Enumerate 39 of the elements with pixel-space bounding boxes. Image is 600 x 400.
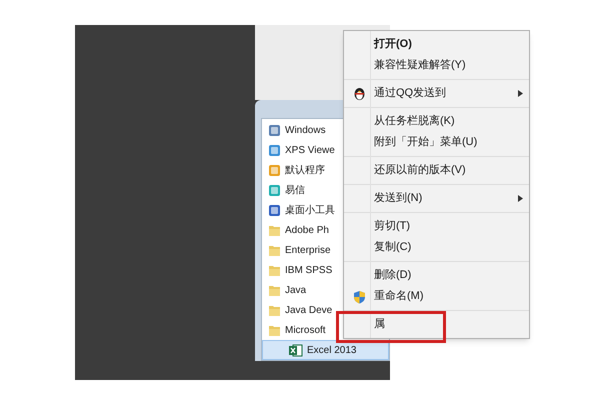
program-icon	[268, 124, 281, 137]
menu-item[interactable]: 从任务栏脱离(K)	[344, 111, 529, 132]
menu-item[interactable]: 附到「开始」菜单(U)	[344, 132, 529, 153]
menu-item[interactable]: 重命名(M)	[344, 286, 529, 307]
program-list-item[interactable]: 易信	[262, 180, 342, 200]
program-list-item[interactable]: IBM SPSS	[262, 260, 342, 280]
program-icon	[268, 164, 281, 177]
program-icon	[268, 144, 281, 157]
menu-item[interactable]: 复制(C)	[344, 237, 529, 258]
folder-icon	[268, 264, 281, 277]
menu-item[interactable]: 删除(D)	[344, 265, 529, 286]
folder-icon	[268, 304, 281, 317]
program-list-item[interactable]: 默认程序	[262, 160, 342, 180]
program-list-item[interactable]: 桌面小工具	[262, 200, 342, 220]
program-list-item[interactable]: Excel 2013	[262, 340, 389, 360]
spreadsheet-icon	[289, 344, 303, 357]
program-list-item[interactable]: Microsoft	[262, 320, 342, 340]
program-list-item[interactable]: XPS Viewe	[262, 140, 342, 160]
program-list-item[interactable]: Adobe Ph	[262, 220, 342, 240]
penguin-icon	[352, 86, 366, 100]
menu-item[interactable]: 剪切(T)	[344, 216, 529, 237]
menu-item[interactable]: 还原以前的版本(V)	[344, 160, 529, 181]
program-icon	[268, 184, 281, 197]
submenu-arrow-icon	[518, 195, 523, 202]
menu-item[interactable]: 兼容性疑难解答(Y)	[344, 55, 529, 76]
program-list-item[interactable]: Enterprise	[262, 240, 342, 260]
menu-item[interactable]: 发送到(N)	[344, 188, 529, 209]
program-list-item[interactable]: Windows	[262, 120, 342, 140]
folder-icon	[268, 244, 281, 257]
folder-icon	[268, 324, 281, 337]
menu-item[interactable]: 通过QQ发送到	[344, 83, 529, 104]
folder-icon	[268, 284, 281, 297]
submenu-arrow-icon	[518, 90, 523, 97]
program-list-item[interactable]: Java	[262, 280, 342, 300]
shield-icon	[352, 290, 366, 304]
menu-item[interactable]: 打开(O)	[344, 34, 529, 55]
folder-icon	[268, 224, 281, 237]
program-icon	[268, 204, 281, 217]
program-list-item[interactable]: Java Deve	[262, 300, 342, 320]
